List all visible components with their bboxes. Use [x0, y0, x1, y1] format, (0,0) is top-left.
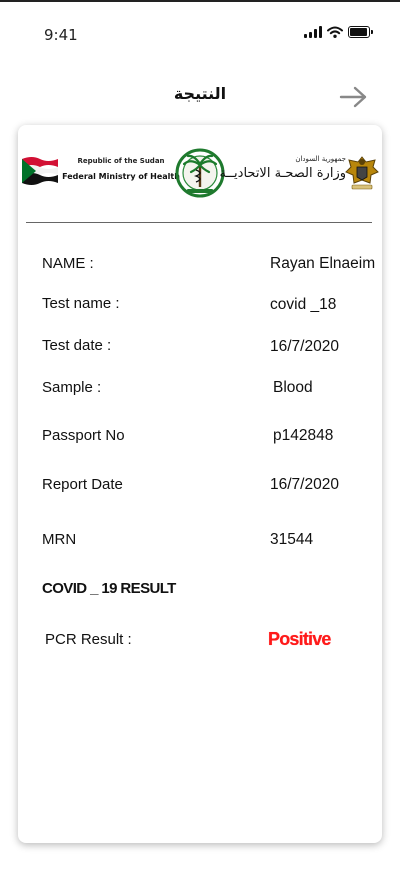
- battery-icon: [348, 26, 373, 38]
- cellular-signal-icon: [304, 26, 322, 38]
- back-button[interactable]: [338, 82, 370, 112]
- status-icons: [304, 26, 373, 38]
- sudan-flag-icon: [22, 157, 58, 185]
- page-header: النتيجة: [0, 82, 400, 112]
- wifi-icon: [327, 26, 343, 38]
- status-time: 9:41: [44, 26, 78, 44]
- republic-name-en: Republic of the Sudan: [77, 157, 165, 165]
- covid-result-section-title: COVID _ 19 RESULT: [42, 580, 176, 597]
- sample-value: Blood: [273, 379, 313, 396]
- result-card: Republic of the Sudan Federal Ministry o…: [18, 125, 382, 843]
- pcr-result-label: PCR Result :: [45, 631, 132, 648]
- mrn-value: 31544: [270, 531, 314, 548]
- pcr-result-value: Positive: [268, 629, 331, 649]
- status-bar: 9:41: [0, 18, 400, 52]
- passport-no-value: p142848: [273, 427, 334, 444]
- ministry-name-en: Federal Ministry of Health: [62, 172, 180, 181]
- test-name-label: Test name :: [42, 295, 120, 312]
- sudan-emblem-icon: [345, 156, 379, 190]
- ministry-of-health-logo: [175, 148, 225, 198]
- certificate-header: Republic of the Sudan Federal Ministry o…: [18, 125, 382, 215]
- window-top-border: [0, 0, 400, 2]
- report-date-label: Report Date: [42, 476, 123, 493]
- sample-label: Sample :: [42, 379, 102, 396]
- test-date-value: 16/7/2020: [270, 338, 339, 355]
- header-divider: [26, 222, 372, 223]
- mrn-label: MRN: [42, 531, 77, 548]
- arrow-icon: [339, 86, 367, 108]
- test-name-value: covid _18: [270, 296, 337, 313]
- republic-name-ar: جمهورية السودان: [295, 155, 346, 163]
- name-value: Rayan Elnaeim: [270, 255, 376, 272]
- ministry-name-english: Republic of the Sudan Federal Ministry o…: [61, 157, 181, 181]
- name-label: NAME :: [42, 255, 94, 272]
- ministry-name-ar: وزارة الصحـة الاتحاديــة: [219, 166, 346, 181]
- report-date-value: 16/7/2020: [270, 476, 339, 493]
- ministry-name-arabic: جمهورية السودان وزارة الصحـة الاتحاديــة: [219, 155, 346, 181]
- passport-no-label: Passport No: [42, 427, 125, 444]
- test-date-label: Test date :: [42, 337, 112, 354]
